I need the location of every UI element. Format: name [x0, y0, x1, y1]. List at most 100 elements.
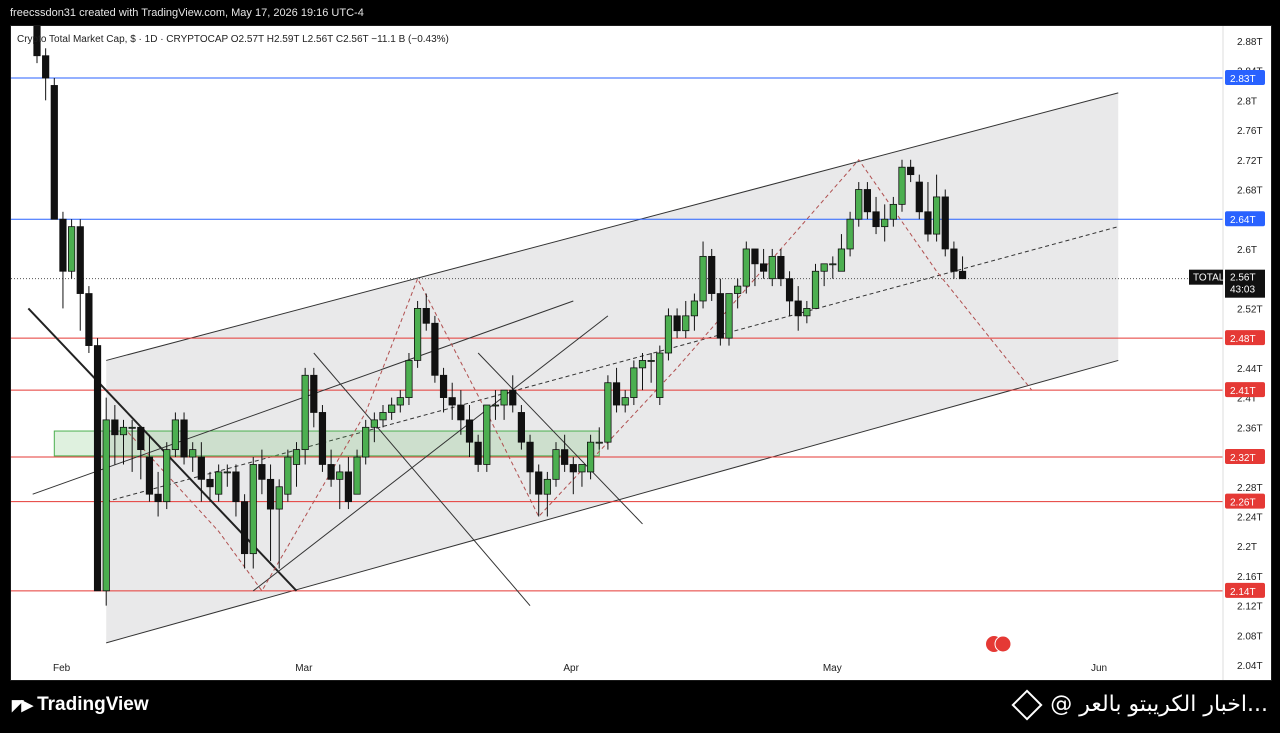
candle: [180, 412, 188, 465]
candle-body-down: [59, 218, 67, 272]
y-tick-label: 2.08T: [1237, 631, 1263, 642]
level-badge-label: 2.48T: [1230, 334, 1256, 345]
x-tick-label: Apr: [563, 663, 579, 674]
candle-body-up: [604, 382, 612, 443]
candle-body-up: [734, 285, 742, 294]
candle-body-down: [327, 464, 335, 480]
candle: [76, 219, 84, 331]
level-badge-label: 2.41T: [1230, 386, 1256, 397]
candle-body-down: [526, 441, 534, 473]
candle-body-up: [820, 263, 828, 272]
level-badge-label: 2.26T: [1230, 498, 1256, 509]
candle-body-up: [353, 456, 361, 495]
y-tick-label: 2.2T: [1237, 542, 1257, 553]
candle: [656, 345, 664, 406]
candle-body-up: [725, 293, 733, 339]
candle-body-up: [768, 255, 776, 280]
candle-body-down: [240, 501, 249, 555]
candle-body-down: [93, 345, 102, 592]
candle-body-down: [569, 464, 577, 473]
candle: [50, 78, 58, 220]
chart-frame[interactable]: 2.88T2.84T2.8T2.76T2.72T2.68T2.64T2.6T2.…: [10, 25, 1272, 681]
tradingview-logo: ◤▶ TradingView: [12, 694, 149, 716]
x-tick-label: Mar: [295, 663, 313, 674]
binance-diamond-icon: [1011, 688, 1043, 721]
bar-countdown: 43:03: [1230, 285, 1255, 296]
candle-body-up: [413, 308, 422, 361]
candle: [941, 189, 949, 257]
candle-body-down: [673, 315, 681, 332]
y-tick-label: 2.28T: [1237, 483, 1263, 494]
candle-body-up: [829, 263, 837, 266]
candle-body-down: [258, 464, 266, 480]
candle-body-down: [318, 412, 327, 465]
x-tick-label: Feb: [53, 663, 71, 674]
tradingview-mark-icon: ◤▶: [12, 697, 33, 714]
channel-watermark: @ اخبار الكريبتو بالعر...: [1011, 688, 1268, 721]
candle: [431, 315, 439, 383]
candle-body-up: [595, 441, 603, 444]
candle-body-down: [716, 293, 724, 339]
candle-body-down: [439, 374, 448, 398]
symbol-badge-label: TOTAL: [1193, 273, 1225, 284]
candle-body-up: [647, 360, 655, 362]
candle-body-down: [751, 248, 759, 265]
candle-body-down: [924, 211, 932, 235]
candle-body-up: [682, 315, 690, 332]
y-tick-label: 2.16T: [1237, 572, 1263, 583]
candle-body-up: [388, 404, 396, 413]
level-badge-label: 2.83T: [1230, 74, 1256, 85]
y-tick-label: 2.68T: [1237, 186, 1263, 197]
candle-body-down: [344, 471, 353, 503]
candle-body-up: [301, 374, 309, 451]
candle-body-up: [889, 203, 897, 220]
candle: [59, 211, 67, 309]
candle-body-down: [180, 419, 188, 458]
candle-body-up: [405, 360, 413, 398]
candle-body-up: [587, 441, 595, 473]
candle-body-up: [803, 308, 811, 317]
candle-body-down: [50, 85, 58, 220]
symbol-header: Crypto Total Market Cap, $ · 1D · CRYPTO…: [17, 34, 449, 45]
candle-body-down: [760, 263, 768, 272]
level-badge-label: 2.14T: [1230, 587, 1256, 598]
candle-body-down: [517, 412, 526, 443]
candle: [301, 367, 309, 465]
candle-body-up: [396, 397, 404, 406]
chart-credit: freecssdon31 created with TradingView.co…: [10, 7, 364, 19]
candle: [708, 248, 716, 301]
y-tick-label: 2.76T: [1237, 126, 1263, 137]
candle: [413, 300, 422, 368]
candle-body-up: [630, 367, 638, 398]
candle-body-down: [863, 189, 872, 213]
candle-body-up: [483, 404, 491, 465]
candle-body-up: [742, 248, 750, 287]
candle: [318, 405, 327, 472]
candle-body-up: [621, 397, 629, 406]
candle-body-up: [690, 300, 699, 317]
flag-icon: [986, 635, 1012, 653]
candle-body-down: [154, 493, 162, 503]
candle-body-up: [102, 419, 110, 592]
candle-body-up: [855, 189, 863, 220]
candle-body-up: [68, 226, 76, 272]
x-tick-label: May: [823, 663, 842, 674]
candle-body-down: [509, 389, 517, 406]
candle-body-up: [249, 464, 257, 555]
candle-body-up: [578, 464, 586, 473]
candle-body-up: [370, 419, 378, 428]
candle-body-down: [137, 426, 145, 451]
y-tick-label: 2.72T: [1237, 156, 1263, 167]
candlestick-chart[interactable]: 2.88T2.84T2.8T2.76T2.72T2.68T2.64T2.6T2.…: [11, 26, 1271, 680]
candle-body-up: [128, 426, 136, 429]
candle-body-down: [958, 270, 967, 280]
candle-body-up: [811, 270, 820, 309]
candle-body-up: [215, 471, 223, 495]
candle: [405, 353, 413, 406]
candle-body-down: [197, 456, 205, 480]
candle-body-down: [950, 248, 958, 272]
candle-body-down: [457, 404, 465, 421]
candle-body-up: [699, 255, 707, 302]
candle-body-down: [535, 471, 543, 495]
candle-body-up: [491, 404, 500, 407]
